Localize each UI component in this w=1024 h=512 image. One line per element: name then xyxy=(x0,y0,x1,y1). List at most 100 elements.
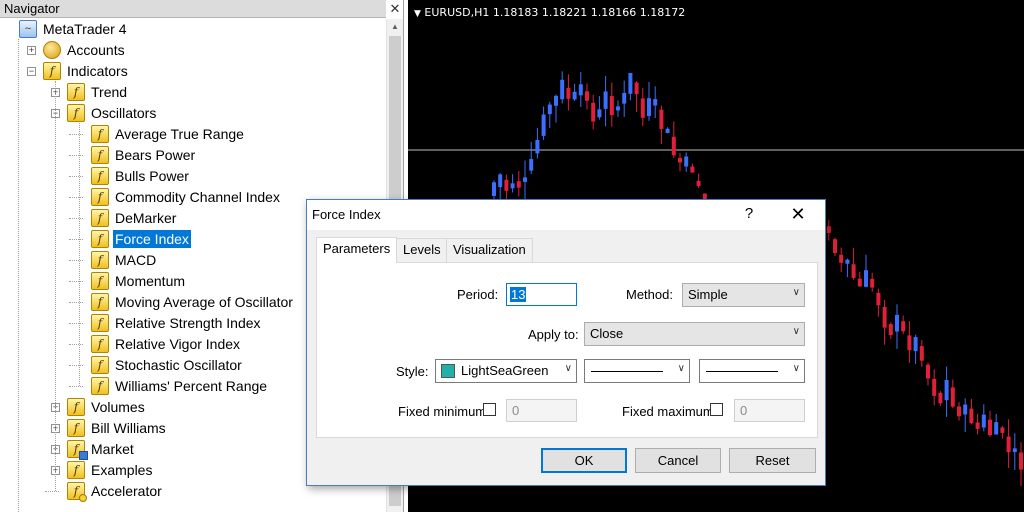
candle-body xyxy=(882,306,887,328)
method-select[interactable]: Simple ∨ xyxy=(682,283,805,307)
tree-item-label: Accelerator xyxy=(91,483,162,499)
tree-item[interactable]: f Bears Power xyxy=(0,145,386,166)
candle-body xyxy=(665,128,670,133)
chevron-down-icon: ∨ xyxy=(792,287,800,298)
terminal-icon: ~ xyxy=(19,20,37,38)
function-icon: f xyxy=(67,398,85,416)
tab-levels[interactable]: Levels xyxy=(396,238,448,262)
market-icon: f xyxy=(67,440,88,460)
close-icon[interactable]: ✕ xyxy=(787,203,809,225)
ok-button[interactable]: OK xyxy=(541,448,627,473)
candle-body xyxy=(957,406,961,417)
candle-body xyxy=(969,408,974,424)
tree-connector xyxy=(69,344,83,345)
fixed-maximum-label: Fixed maximum xyxy=(622,404,714,419)
dialog-title-bar: Force Index ? ✕ xyxy=(307,200,825,230)
market-badge-icon xyxy=(79,451,88,460)
fixed-minimum-input[interactable]: 0 xyxy=(506,399,577,422)
navigator-title-bar: Navigator xyxy=(0,0,386,18)
chevron-down-icon: ∨ xyxy=(677,363,685,374)
tree-item[interactable]: + f Trend xyxy=(0,82,386,103)
function-icon: f xyxy=(67,419,85,437)
candle-body xyxy=(845,259,850,264)
tree-connector xyxy=(69,197,83,198)
fixed-maximum-checkbox[interactable] xyxy=(710,403,723,416)
tree-item[interactable]: ~ MetaTrader 4 xyxy=(0,19,386,40)
chevron-down-icon: ∨ xyxy=(564,363,572,374)
tree-connector xyxy=(45,491,59,492)
candle-body xyxy=(616,106,620,111)
candle-body xyxy=(870,278,875,288)
apply-to-label: Apply to: xyxy=(528,327,579,342)
tree-item-label: Volumes xyxy=(91,399,145,415)
tree-connector xyxy=(69,134,83,135)
style-color-select[interactable]: LightSeaGreen ∨ xyxy=(435,359,577,383)
candle-body xyxy=(963,404,968,415)
candle-body xyxy=(864,270,868,287)
tree-item-label: Commodity Channel Index xyxy=(115,189,280,205)
candle-body xyxy=(907,335,912,351)
candle-body xyxy=(833,239,837,254)
fixed-minimum-value: 0 xyxy=(512,403,520,418)
candle-body xyxy=(597,109,602,118)
chevron-down-icon: ∨ xyxy=(792,326,800,337)
cancel-button[interactable]: Cancel xyxy=(635,448,721,473)
candle-body xyxy=(622,92,627,104)
candle-body xyxy=(684,156,689,167)
candle-body xyxy=(988,419,992,436)
tab-visualization[interactable]: Visualization xyxy=(446,238,533,262)
function-icon: f xyxy=(91,146,109,164)
candle-body xyxy=(975,422,980,429)
help-button[interactable]: ? xyxy=(739,204,759,224)
collapse-icon[interactable]: − xyxy=(27,67,36,76)
function-icon: f xyxy=(91,230,109,248)
tree-item-label: Indicators xyxy=(67,63,128,79)
tree-item-label: Bill Williams xyxy=(91,420,166,436)
candle-body xyxy=(523,177,527,182)
line-style-select[interactable]: ∨ xyxy=(584,359,690,383)
tree-item[interactable]: + Accounts xyxy=(0,40,386,61)
line-width-select[interactable]: ∨ xyxy=(699,359,805,383)
candle-body xyxy=(560,79,565,100)
candle-body xyxy=(653,99,658,106)
tree-connector xyxy=(69,239,83,240)
tree-item[interactable]: − f Indicators xyxy=(0,61,386,82)
scroll-up-icon[interactable]: ▲ xyxy=(387,19,403,35)
period-value: 13 xyxy=(510,287,527,302)
tab-parameters[interactable]: Parameters xyxy=(316,237,398,263)
tree-item[interactable]: − f Oscillators xyxy=(0,103,386,124)
function-icon: f xyxy=(67,83,85,101)
tree-item-label: Examples xyxy=(91,462,153,478)
tree-item-label: Relative Strength Index xyxy=(115,315,261,331)
function-icon: f xyxy=(91,125,109,143)
chart-menu-arrow-icon[interactable]: ▼ xyxy=(414,9,421,19)
function-icon: f xyxy=(91,272,109,290)
method-label: Method: xyxy=(626,287,673,302)
tree-item-label: Market xyxy=(91,441,134,457)
custom-badge-icon xyxy=(79,494,87,502)
apply-to-select[interactable]: Close ∨ xyxy=(584,322,805,346)
candle-body xyxy=(659,109,664,129)
navigator-close-icon[interactable]: ✕ xyxy=(387,1,403,17)
tree-item[interactable]: f Bulls Power xyxy=(0,166,386,187)
tree-item-label: Force Index xyxy=(113,230,191,248)
chevron-down-icon: ∨ xyxy=(792,363,800,374)
fixed-maximum-input[interactable]: 0 xyxy=(734,399,805,422)
tree-item[interactable]: f Average True Range xyxy=(0,124,386,145)
candle-body xyxy=(572,91,577,100)
function-icon: f xyxy=(91,251,109,269)
period-input[interactable]: 13 xyxy=(506,283,577,306)
tree-item-label: MetaTrader 4 xyxy=(43,21,127,37)
candle-body xyxy=(994,422,999,435)
tree-item-label: Trend xyxy=(91,84,128,100)
fixed-maximum-value: 0 xyxy=(740,403,748,418)
method-value: Simple xyxy=(688,287,728,302)
tree-connector xyxy=(69,365,83,366)
candle-body xyxy=(826,226,831,234)
reset-button[interactable]: Reset xyxy=(729,448,816,473)
fixed-minimum-checkbox[interactable] xyxy=(483,403,496,416)
expand-icon[interactable]: + xyxy=(27,46,36,55)
fixed-minimum-label: Fixed minimum xyxy=(398,404,487,419)
candle-body xyxy=(541,114,546,136)
candle-body xyxy=(876,292,881,306)
